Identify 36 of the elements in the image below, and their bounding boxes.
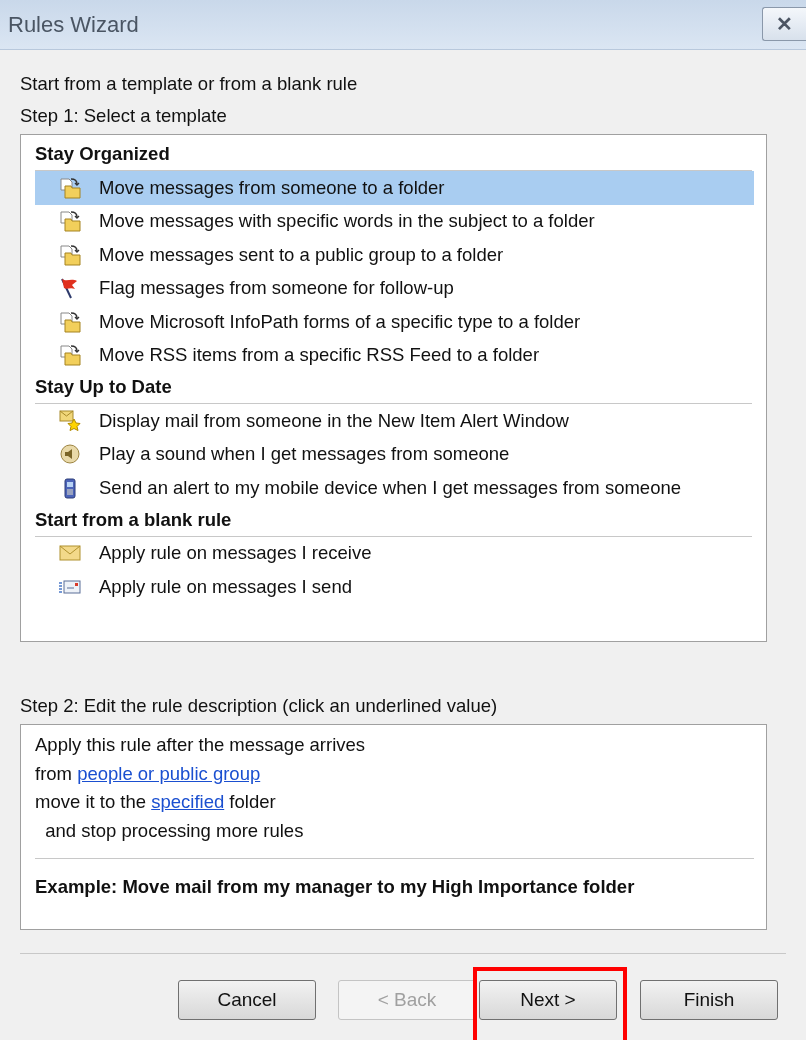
- description-text: from: [35, 761, 73, 786]
- step-label: Step 1: Select a template: [20, 104, 228, 128]
- dialog-button[interactable]: Next >: [479, 980, 617, 1020]
- folder-icon: [59, 243, 81, 266]
- template-item[interactable]: Move Microsoft InfoPath forms of a specific type to a folder: [35, 305, 754, 339]
- speaker-icon: [59, 443, 81, 466]
- value-link[interactable]: specified: [151, 788, 225, 818]
- group-header: Stay Up to Date: [35, 372, 752, 404]
- description-text: and stop processing more rules: [44, 819, 304, 844]
- description-text: folder: [228, 790, 276, 815]
- template-item[interactable]: Apply rule on messages I send: [35, 570, 754, 604]
- envelope-star-icon: [59, 409, 81, 432]
- template-item[interactable]: Display mail from someone in the New Item Alert Window: [35, 404, 754, 438]
- value-link[interactable]: people or public group: [77, 759, 261, 789]
- dialog-button[interactable]: Finish: [640, 980, 778, 1020]
- example-text: Example: Move mail from my manager to my High Importance folder: [35, 874, 636, 899]
- template-item[interactable]: Flag messages from someone for follow-up: [35, 271, 754, 305]
- template-item[interactable]: Move RSS items from a specific RSS Feed to a folder: [35, 338, 754, 372]
- template-item[interactable]: Send an alert to my mobile device when I get messages from someone: [35, 471, 754, 505]
- folder-icon: [59, 176, 81, 199]
- template-item[interactable]: Move messages from someone to a folder: [35, 171, 754, 205]
- template-item[interactable]: Move messages with specific words in the subject to a folder: [35, 204, 754, 238]
- template-item[interactable]: Apply rule on messages I receive: [35, 536, 754, 570]
- step-label: Step 2: Edit the rule description (click an underlined value): [20, 694, 499, 718]
- dialog-button[interactable]: Cancel: [178, 980, 316, 1020]
- folder-icon: [59, 344, 81, 367]
- template-item[interactable]: Play a sound when I get messages from someone: [35, 437, 754, 471]
- description-text: move it to the: [35, 790, 148, 815]
- window-title: Rules Wizard: [8, 11, 139, 39]
- template-item[interactable]: Move messages sent to a public group to a folder: [35, 238, 754, 272]
- folder-icon: [59, 310, 81, 333]
- intro-text: Start from a template or from a blank rule: [20, 72, 359, 96]
- description-text: Apply this rule after the message arrives: [35, 733, 366, 757]
- group-header: Start from a blank rule: [35, 504, 752, 537]
- close-button[interactable]: ✕: [762, 6, 806, 41]
- folder-icon: [59, 210, 81, 233]
